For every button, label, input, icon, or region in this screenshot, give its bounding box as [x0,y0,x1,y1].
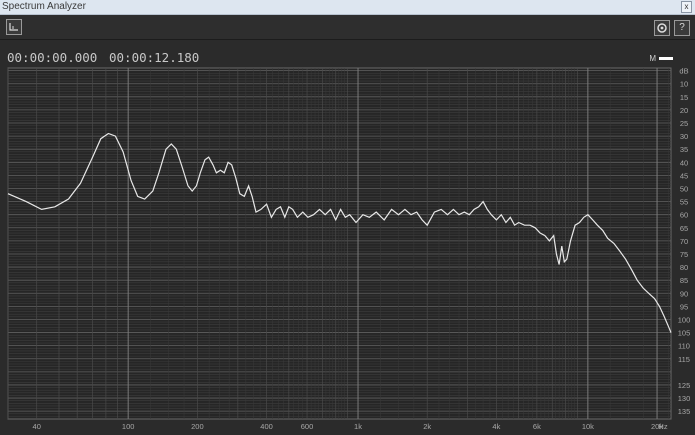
y-tick-label: 50 [680,184,688,193]
legend-swatch [659,57,673,61]
x-tick-label: 200 [191,422,204,431]
y-tick-label: 105 [678,329,691,338]
window-title: Spectrum Analyzer [2,1,86,12]
close-button[interactable]: x [681,1,692,13]
y-tick-label: 100 [678,315,691,324]
y-tick-label: 30 [680,132,688,141]
waveform-view-button[interactable] [6,19,22,35]
y-tick-label: 90 [680,289,688,298]
x-tick-label: 1k [354,422,362,431]
grid [7,67,672,420]
y-tick-label: 35 [680,145,688,154]
x-tick-label: 40 [33,422,41,431]
y-tick-label: 130 [678,394,691,403]
y-tick-label: 10 [680,80,688,89]
x-unit-label: Hz [658,422,667,431]
end-time-readout: 00:00:12.180 [109,50,200,65]
y-tick-label: 115 [678,355,690,364]
y-tick-label: 65 [680,224,688,233]
toolbar: ? [0,15,695,40]
window-titlebar: Spectrum Analyzer x [0,0,695,15]
y-tick-label: 60 [680,211,688,220]
x-tick-label: 6k [533,422,541,431]
x-tick-label: 400 [260,422,273,431]
y-tick-label: 70 [680,237,688,246]
y-tick-label: 45 [680,171,688,180]
y-tick-label: 75 [680,250,688,259]
gear-icon [657,23,667,33]
legend-label: M [649,54,656,63]
waveform-icon [9,23,18,31]
y-tick-label: 40 [680,158,688,167]
y-tick-label: 95 [680,302,688,311]
y-tick-label: 110 [678,342,690,351]
y-tick-label: 20 [680,106,688,115]
help-button[interactable]: ? [674,20,690,36]
settings-button[interactable] [654,20,670,36]
y-tick-label: 135 [678,407,691,416]
y-tick-label: 15 [680,93,688,102]
x-tick-label: 2k [423,422,431,431]
spectrum-chart[interactable]: 40 100 200 400 600 1k 2k 4k 6k 10k 20kHzdB10152025… [0,66,695,435]
legend: M [649,54,673,63]
y-tick-label: dB [679,67,688,76]
y-tick-label: 55 [680,198,688,207]
y-tick-label: 85 [680,276,688,285]
y-tick-label: 25 [680,119,688,128]
y-tick-label: 125 [678,381,691,390]
x-tick-label: 100 [122,422,135,431]
x-tick-label: 10k [582,422,594,431]
x-tick-label: 4k [492,422,500,431]
x-tick-label: 600 [301,422,314,431]
y-tick-label: 80 [680,263,688,272]
start-time-readout: 00:00:00.000 [7,50,98,65]
